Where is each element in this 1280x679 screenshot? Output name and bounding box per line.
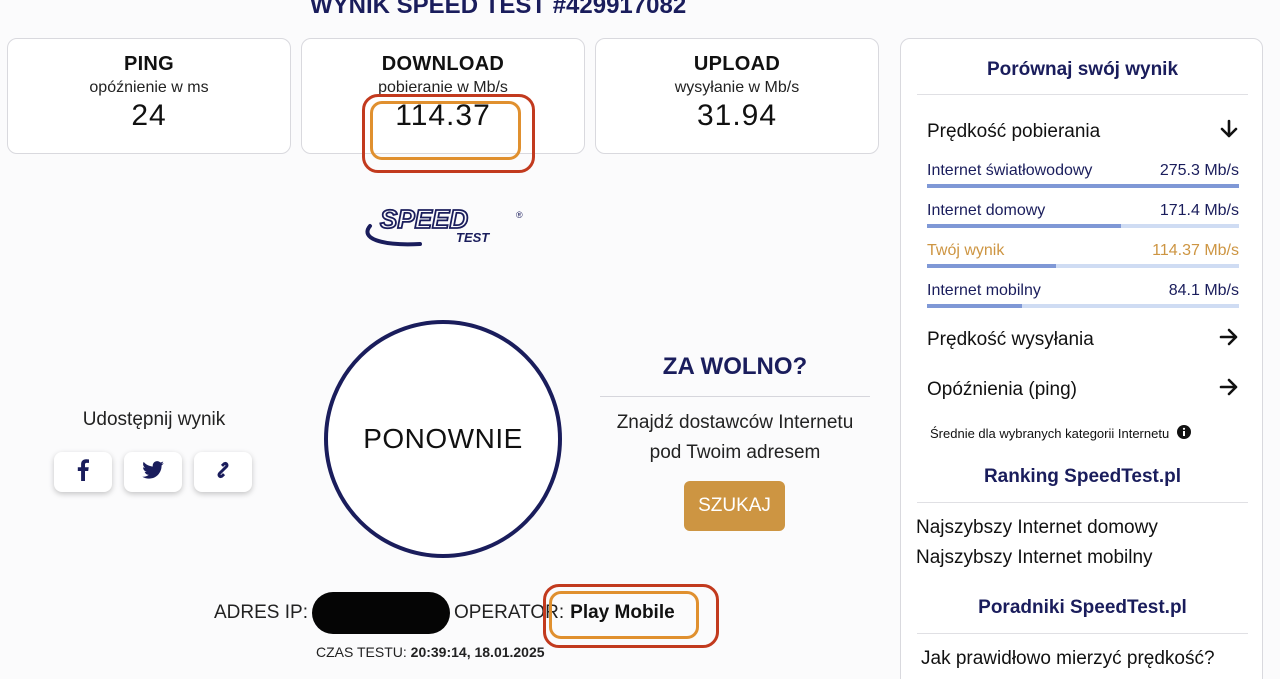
- compare-bar-track: [927, 184, 1239, 188]
- ping-card: PING opóźnienie w ms 24: [7, 38, 291, 154]
- too-slow-line-1: Znajdź dostawców Internetu: [616, 412, 854, 433]
- download-value: 114.37: [395, 99, 491, 132]
- test-time-label: CZAS TESTU:: [316, 644, 407, 660]
- too-slow-title: ZA WOLNO?: [662, 353, 808, 380]
- upload-speed-section-label: Prędkość wysyłania: [927, 329, 1094, 350]
- share-facebook-button[interactable]: [54, 452, 112, 492]
- compare-bar-fill: [927, 184, 1239, 188]
- averages-note-text: Średnie dla wybranych kategorii Internet…: [930, 426, 1170, 441]
- ping-section[interactable]: Opóźnienia (ping): [927, 377, 1239, 403]
- ranking-link-mobile[interactable]: Najszybszy Internet mobilny: [916, 547, 1153, 569]
- compare-row-home: Internet domowy 171.4 Mb/s: [927, 202, 1239, 228]
- speedtest-result-page: WYNIK SPEED TEST #429917082 PING opóźnie…: [0, 0, 1280, 679]
- ranking-link-home[interactable]: Najszybszy Internet domowy: [916, 517, 1158, 539]
- compare-panel: Porównaj swój wynik Prędkość pobierania …: [900, 38, 1263, 679]
- logo-registered-mark: ®: [516, 210, 523, 220]
- ping-value: 24: [131, 99, 167, 132]
- arrow-right-icon: [1219, 377, 1239, 403]
- divider: [917, 502, 1248, 503]
- compare-bar-fill: [927, 264, 1057, 268]
- upload-label: UPLOAD: [693, 53, 781, 75]
- guide-link-measure[interactable]: Jak prawidłowo mierzyć prędkość?: [921, 648, 1215, 670]
- test-time: CZAS TESTU: 20:39:14, 18.01.2025: [316, 644, 545, 660]
- compare-bar-track: [927, 304, 1239, 308]
- divider: [917, 94, 1248, 95]
- too-slow-line-2: pod Twoim adresem: [649, 442, 821, 463]
- download-unit: pobieranie w Mb/s: [378, 79, 508, 96]
- retest-button[interactable]: PONOWNIE: [324, 320, 562, 558]
- ping-label: PING: [123, 53, 175, 75]
- page-title: WYNIK SPEED TEST #429917082: [310, 0, 687, 19]
- compare-bar-track: [927, 264, 1239, 268]
- download-label: DOWNLOAD: [381, 53, 505, 75]
- compare-row-name: Internet światłowodowy: [927, 162, 1093, 179]
- retest-label: PONOWNIE: [363, 423, 523, 454]
- link-icon: [212, 459, 234, 486]
- compare-bar-track: [927, 224, 1239, 228]
- speedtest-logo: SPEED TEST ®: [360, 203, 530, 250]
- compare-row-name: Twój wynik: [927, 242, 1005, 259]
- compare-row-value: 114.37 Mb/s: [1152, 242, 1239, 259]
- test-time-value: 20:39:14, 18.01.2025: [410, 644, 545, 660]
- ping-section-label: Opóźnienia (ping): [927, 379, 1077, 400]
- compare-row-mobile: Internet mobilny 84.1 Mb/s: [927, 282, 1239, 308]
- twitter-icon: [142, 460, 164, 484]
- operator-value: Play Mobile: [570, 602, 675, 623]
- upload-unit: wysyłanie w Mb/s: [674, 79, 800, 96]
- info-icon[interactable]: [1177, 425, 1192, 442]
- facebook-icon: [77, 458, 89, 486]
- ping-unit: opóźnienie w ms: [89, 79, 209, 96]
- operator-label: OPERATOR:: [453, 602, 565, 623]
- ranking-heading: Ranking SpeedTest.pl: [983, 466, 1182, 487]
- compare-row-name: Internet domowy: [927, 202, 1046, 219]
- compare-bar-fill: [927, 224, 1122, 228]
- averages-note: Średnie dla wybranych kategorii Internet…: [930, 425, 1192, 442]
- divider: [600, 396, 870, 397]
- compare-row-fiber: Internet światłowodowy 275.3 Mb/s: [927, 162, 1239, 188]
- compare-bar-fill: [927, 304, 1023, 308]
- too-slow-description: Znajdź dostawców Internetu pod Twoim adr…: [600, 408, 870, 468]
- upload-speed-section[interactable]: Prędkość wysyłania: [927, 327, 1239, 353]
- upload-value: 31.94: [696, 99, 778, 132]
- arrow-right-icon: [1219, 327, 1239, 353]
- compare-row-value: 171.4 Mb/s: [1159, 202, 1239, 219]
- download-speed-section[interactable]: Prędkość pobierania: [927, 119, 1239, 145]
- download-card: DOWNLOAD pobieranie w Mb/s 114.37: [301, 38, 585, 154]
- ip-redaction: [311, 592, 450, 634]
- search-providers-button[interactable]: SZUKAJ: [684, 481, 785, 531]
- compare-heading: Porównaj swój wynik: [986, 59, 1179, 80]
- download-speed-section-label: Prędkość pobierania: [927, 121, 1101, 142]
- compare-row-your-result: Twój wynik 114.37 Mb/s: [927, 242, 1239, 268]
- guides-heading: Poradniki SpeedTest.pl: [978, 597, 1187, 618]
- arrow-down-icon: [1219, 119, 1239, 145]
- compare-row-value: 275.3 Mb/s: [1159, 162, 1239, 179]
- share-label: Udostępnij wynik: [82, 409, 226, 430]
- share-link-button[interactable]: [194, 452, 252, 492]
- compare-row-name: Internet mobilny: [927, 282, 1041, 299]
- compare-row-value: 84.1 Mb/s: [1168, 282, 1239, 299]
- connection-info: ADRES IP: OPERATOR: Play Mobile: [214, 592, 675, 634]
- ip-label: ADRES IP:: [214, 602, 308, 623]
- share-twitter-button[interactable]: [124, 452, 182, 492]
- upload-card: UPLOAD wysyłanie w Mb/s 31.94: [595, 38, 879, 154]
- logo-test-text: TEST: [456, 230, 490, 245]
- divider: [917, 633, 1248, 634]
